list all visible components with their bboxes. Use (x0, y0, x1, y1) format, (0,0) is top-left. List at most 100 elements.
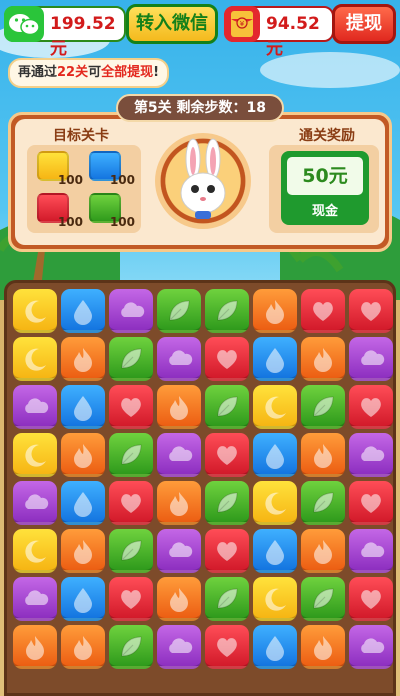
tile-blue-drop[interactable] (61, 385, 105, 429)
drop-icon (74, 588, 92, 613)
tile-yellow-moon[interactable] (13, 433, 57, 477)
tile-red-heart[interactable] (301, 289, 345, 333)
svg-text:¥: ¥ (240, 20, 245, 28)
tile-green-leaf[interactable] (205, 481, 249, 525)
tile-blue-drop[interactable] (61, 577, 105, 621)
tile-blue-drop[interactable] (61, 289, 105, 333)
tile-red-heart[interactable] (349, 577, 393, 621)
tile-red-heart[interactable] (349, 385, 393, 429)
tip-suffix: ! (153, 65, 160, 80)
moon-icon (25, 540, 46, 563)
tile-orange-fire[interactable] (61, 625, 105, 669)
tile-purple-cloud[interactable] (349, 625, 393, 669)
cloud-icon (169, 350, 193, 365)
goal-green: 100 (85, 191, 137, 231)
tile-blue-drop[interactable] (253, 433, 297, 477)
leaf-icon (169, 300, 190, 321)
goal-count: 100 (57, 215, 83, 229)
tile-red-heart[interactable] (205, 625, 249, 669)
cloud-icon (25, 590, 49, 605)
tile-orange-fire[interactable] (301, 337, 345, 381)
leaf-icon (121, 540, 142, 561)
tile-yellow-moon[interactable] (253, 481, 297, 525)
cloud-icon (169, 638, 193, 653)
moon-icon (265, 396, 286, 419)
redpack-balance-amount: 94.52元 (266, 14, 320, 59)
fire-icon (170, 396, 188, 420)
tile-orange-fire[interactable] (13, 625, 57, 669)
leaf-icon (121, 444, 142, 465)
tile-orange-fire[interactable] (253, 289, 297, 333)
game-board (4, 280, 396, 696)
tile-green-leaf[interactable] (205, 577, 249, 621)
tile-purple-cloud[interactable] (349, 433, 393, 477)
tile-green-leaf[interactable] (301, 385, 345, 429)
tile-orange-fire[interactable] (157, 385, 201, 429)
fire-icon (314, 444, 332, 468)
tile-orange-fire[interactable] (61, 433, 105, 477)
tile-yellow-moon[interactable] (13, 289, 57, 333)
leaf-icon (217, 300, 238, 321)
tile-red-heart[interactable] (109, 385, 153, 429)
tile-purple-cloud[interactable] (157, 625, 201, 669)
reward-label: 现金 (311, 204, 338, 219)
tile-green-leaf[interactable] (109, 433, 153, 477)
tile-red-heart[interactable] (109, 577, 153, 621)
tile-green-leaf[interactable] (205, 289, 249, 333)
tile-green-leaf[interactable] (301, 481, 345, 525)
leaf-icon (217, 588, 238, 609)
tile-green-leaf[interactable] (205, 385, 249, 429)
tile-blue-drop[interactable] (253, 529, 297, 573)
fire-icon (314, 636, 332, 660)
tile-yellow-moon[interactable] (253, 385, 297, 429)
tile-purple-cloud[interactable] (109, 289, 153, 333)
tile-green-leaf[interactable] (109, 337, 153, 381)
tile-purple-cloud[interactable] (13, 385, 57, 429)
tile-orange-fire[interactable] (301, 433, 345, 477)
moon-icon (25, 444, 46, 467)
heart-icon (361, 590, 381, 609)
tile-red-heart[interactable] (205, 529, 249, 573)
tile-green-leaf[interactable] (301, 577, 345, 621)
tile-green-leaf[interactable] (109, 529, 153, 573)
tile-orange-fire[interactable] (157, 481, 201, 525)
tile-orange-fire[interactable] (157, 577, 201, 621)
tile-yellow-moon[interactable] (13, 337, 57, 381)
tile-red-heart[interactable] (349, 289, 393, 333)
tile-orange-fire[interactable] (301, 529, 345, 573)
fire-icon (26, 636, 44, 660)
tile-blue-drop[interactable] (253, 625, 297, 669)
tile-purple-cloud[interactable] (157, 529, 201, 573)
tile-purple-cloud[interactable] (157, 433, 201, 477)
goal-count: 100 (109, 173, 135, 187)
tile-red-heart[interactable] (205, 337, 249, 381)
tile-purple-cloud[interactable] (13, 481, 57, 525)
drop-icon (74, 492, 92, 517)
tile-purple-cloud[interactable] (157, 337, 201, 381)
tile-orange-fire[interactable] (61, 337, 105, 381)
level-info-panel: 目标关卡 100 100 100 100 通关奖励 50元 现金 (8, 112, 392, 252)
tile-red-heart[interactable] (349, 481, 393, 525)
tile-green-leaf[interactable] (109, 625, 153, 669)
transfer-to-wechat-button[interactable]: 转入微信 (126, 4, 218, 44)
tile-yellow-moon[interactable] (13, 529, 57, 573)
tile-yellow-moon[interactable] (253, 577, 297, 621)
tile-purple-cloud[interactable] (349, 529, 393, 573)
tile-red-heart[interactable] (205, 433, 249, 477)
heart-icon (217, 638, 237, 657)
tile-orange-fire[interactable] (61, 529, 105, 573)
cloud-icon (25, 398, 49, 413)
heart-icon (361, 302, 381, 321)
heart-icon (217, 446, 237, 465)
tile-green-leaf[interactable] (157, 289, 201, 333)
tile-orange-fire[interactable] (301, 625, 345, 669)
tile-blue-drop[interactable] (61, 481, 105, 525)
tile-red-heart[interactable] (109, 481, 153, 525)
tile-purple-cloud[interactable] (13, 577, 57, 621)
wechat-icon (4, 6, 44, 42)
tile-blue-drop[interactable] (253, 337, 297, 381)
fire-icon (266, 300, 284, 324)
withdraw-button[interactable]: 提现 (332, 4, 396, 44)
cash-reward-card: 50元 现金 (281, 151, 369, 225)
tile-purple-cloud[interactable] (349, 337, 393, 381)
